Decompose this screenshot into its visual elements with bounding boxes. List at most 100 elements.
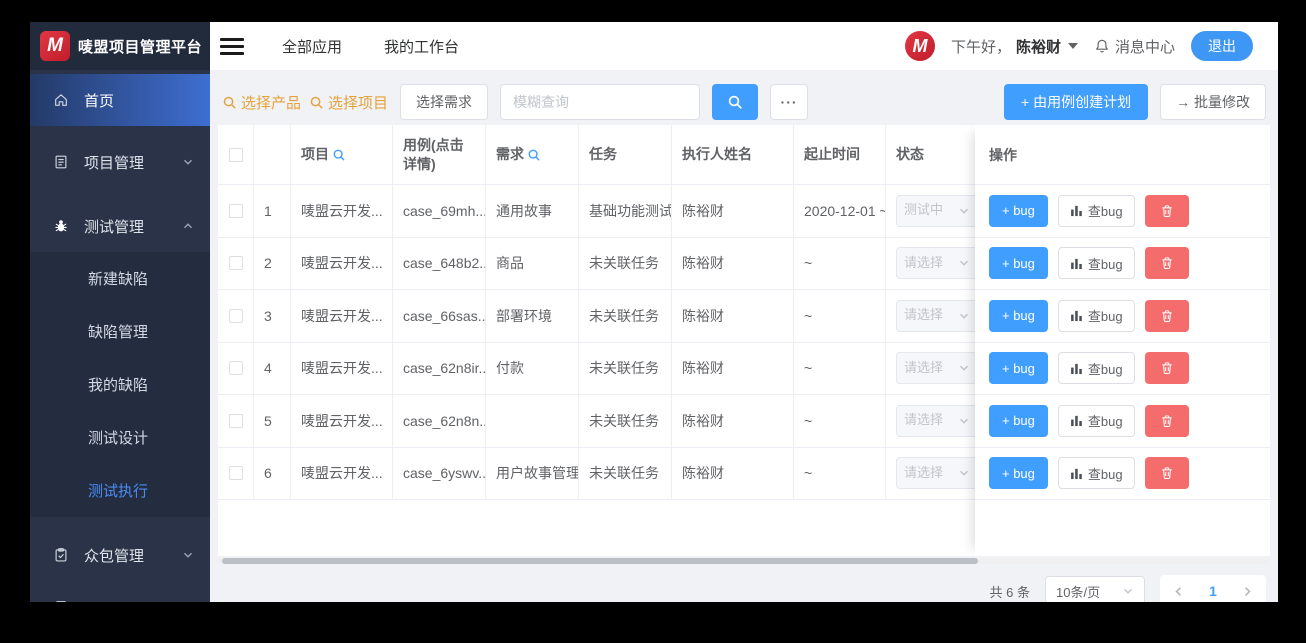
- add-bug-button[interactable]: + bug: [989, 457, 1048, 490]
- batch-edit-button[interactable]: → 批量修改: [1160, 84, 1266, 120]
- nav-all-apps[interactable]: 全部应用: [282, 36, 342, 57]
- sidebar-item-new-defect[interactable]: 新建缺陷: [30, 252, 210, 305]
- search-icon[interactable]: [332, 148, 346, 162]
- view-bug-button[interactable]: 查bug: [1057, 247, 1135, 280]
- hamburger-menu-icon[interactable]: [220, 37, 244, 55]
- row-checkbox[interactable]: [228, 466, 243, 481]
- chevron-up-icon: [182, 220, 194, 232]
- sidebar-item-test-mgmt[interactable]: 测试管理: [30, 200, 210, 252]
- add-bug-button[interactable]: + bug: [989, 194, 1048, 227]
- select-all-checkbox[interactable]: [228, 147, 243, 162]
- chevron-down-icon: [958, 362, 970, 374]
- status-select[interactable]: 请选择: [896, 352, 978, 385]
- trash-icon: [1160, 309, 1174, 323]
- sidebar-item-my-defects[interactable]: 我的缺陷: [30, 358, 210, 411]
- sidebar-item-test-execution[interactable]: 测试执行: [30, 464, 210, 517]
- add-bug-button[interactable]: + bug: [989, 352, 1048, 385]
- delete-button[interactable]: [1144, 352, 1189, 385]
- row-checkbox[interactable]: [228, 361, 243, 376]
- row-checkbox[interactable]: [228, 203, 243, 218]
- create-plan-from-case-button[interactable]: + 由用例创建计划: [1004, 84, 1149, 120]
- add-bug-button[interactable]: + bug: [989, 299, 1048, 332]
- chevron-down-icon: [958, 467, 970, 479]
- sidebar-submenu-test: 新建缺陷 缺陷管理 我的缺陷 测试设计 测试执行: [30, 252, 210, 517]
- chevron-down-icon: [958, 415, 970, 427]
- row-cell-usecase[interactable]: case_6yswv...: [393, 447, 486, 500]
- delete-button[interactable]: [1144, 404, 1189, 437]
- status-select[interactable]: 测试中: [896, 194, 978, 227]
- total-count: 共 6 条: [989, 584, 1030, 600]
- content: 选择产品 选择项目 选择需求 ···: [210, 70, 1278, 602]
- nav-my-workbench[interactable]: 我的工作台: [384, 36, 459, 57]
- row-cell-requirement: 部署环境: [486, 290, 579, 343]
- sidebar-item-partial[interactable]: [30, 581, 210, 602]
- more-filters-button[interactable]: ···: [770, 84, 809, 120]
- bar-chart-icon: [1070, 467, 1083, 480]
- sidebar-item-defect-mgmt[interactable]: 缺陷管理: [30, 305, 210, 358]
- view-bug-button[interactable]: 查bug: [1057, 404, 1135, 437]
- logout-button[interactable]: 退出: [1191, 31, 1253, 61]
- status-select[interactable]: 请选择: [896, 457, 978, 490]
- row-cell-executor: 陈裕财: [672, 237, 794, 290]
- row-cell-time: ~: [794, 447, 886, 500]
- header-cell-operation: 操作: [975, 125, 1270, 185]
- trash-icon: [1160, 466, 1174, 480]
- chevron-down-icon: [1122, 585, 1134, 597]
- fuzzy-search-input[interactable]: [500, 84, 701, 120]
- bell-icon: [1094, 38, 1110, 54]
- row-cell-executor: 陈裕财: [672, 447, 794, 500]
- row-cell-task: 未关联任务: [579, 395, 672, 448]
- row-checkbox[interactable]: [228, 413, 243, 428]
- page-number[interactable]: 1: [1209, 583, 1217, 599]
- add-bug-button[interactable]: + bug: [989, 247, 1048, 280]
- search-icon[interactable]: [527, 148, 541, 162]
- row-cell-usecase[interactable]: case_66sas...: [393, 290, 486, 343]
- row-cell-usecase[interactable]: case_62n8n...: [393, 395, 486, 448]
- sidebar-menu: 首页 项目管理 测试管理 新建缺陷 缺陷管理 我的缺陷 测试设计 测试执行 众包…: [30, 70, 210, 602]
- status-select[interactable]: 请选择: [896, 247, 978, 280]
- view-bug-button[interactable]: 查bug: [1057, 457, 1135, 490]
- view-bug-button[interactable]: 查bug: [1057, 352, 1135, 385]
- prev-page-button[interactable]: [1172, 585, 1185, 598]
- delete-button[interactable]: [1144, 247, 1189, 280]
- user-avatar[interactable]: M: [904, 31, 935, 61]
- message-center-link[interactable]: 消息中心: [1094, 36, 1175, 57]
- horizontal-scrollbar[interactable]: [218, 558, 1270, 564]
- caret-down-icon: [1067, 43, 1078, 49]
- row-checkbox[interactable]: [228, 256, 243, 271]
- next-page-button[interactable]: [1241, 585, 1254, 598]
- delete-button[interactable]: [1144, 457, 1189, 490]
- sidebar-item-home[interactable]: 首页: [30, 74, 210, 126]
- message-center-label: 消息中心: [1114, 38, 1175, 56]
- view-bug-button[interactable]: 查bug: [1057, 299, 1135, 332]
- page-size-value: 10条/页: [1056, 584, 1101, 600]
- select-product-link[interactable]: 选择产品: [222, 92, 301, 113]
- sidebar-item-crowdsourcing[interactable]: 众包管理: [30, 529, 210, 581]
- row-cell-usecase[interactable]: case_648b2...: [393, 237, 486, 290]
- row-checkbox[interactable]: [228, 308, 243, 323]
- select-project-link[interactable]: 选择项目: [309, 92, 388, 113]
- row-cell-checkbox: [218, 342, 254, 395]
- sidebar-item-test-design[interactable]: 测试设计: [30, 411, 210, 464]
- row-cell-usecase[interactable]: case_69mh...: [393, 185, 486, 238]
- delete-button[interactable]: [1144, 299, 1189, 332]
- page-size-select[interactable]: 10条/页: [1045, 576, 1145, 602]
- search-button[interactable]: [712, 84, 759, 120]
- add-bug-button[interactable]: + bug: [989, 404, 1048, 437]
- select-requirement-button[interactable]: 选择需求: [400, 84, 489, 120]
- delete-button[interactable]: [1144, 194, 1189, 227]
- sidebar-item-project-mgmt[interactable]: 项目管理: [30, 136, 210, 188]
- status-select[interactable]: 请选择: [896, 299, 978, 332]
- header-cell-usecase: 用例(点击详情): [393, 125, 486, 185]
- row-cell-time: ~: [794, 237, 886, 290]
- user-menu[interactable]: 下午好， 陈裕财: [951, 36, 1078, 57]
- operation-row: + bug 查bug: [975, 395, 1270, 448]
- status-select[interactable]: 请选择: [896, 404, 978, 437]
- view-bug-button[interactable]: 查bug: [1057, 194, 1135, 227]
- brand-name: 唛盟项目管理平台: [78, 38, 203, 56]
- operation-row: + bug 查bug: [975, 343, 1270, 395]
- row-cell-time: ~: [794, 342, 886, 395]
- scrollbar-thumb[interactable]: [222, 558, 978, 564]
- pager: 1: [1160, 575, 1266, 602]
- row-cell-usecase[interactable]: case_62n8ir...: [393, 342, 486, 395]
